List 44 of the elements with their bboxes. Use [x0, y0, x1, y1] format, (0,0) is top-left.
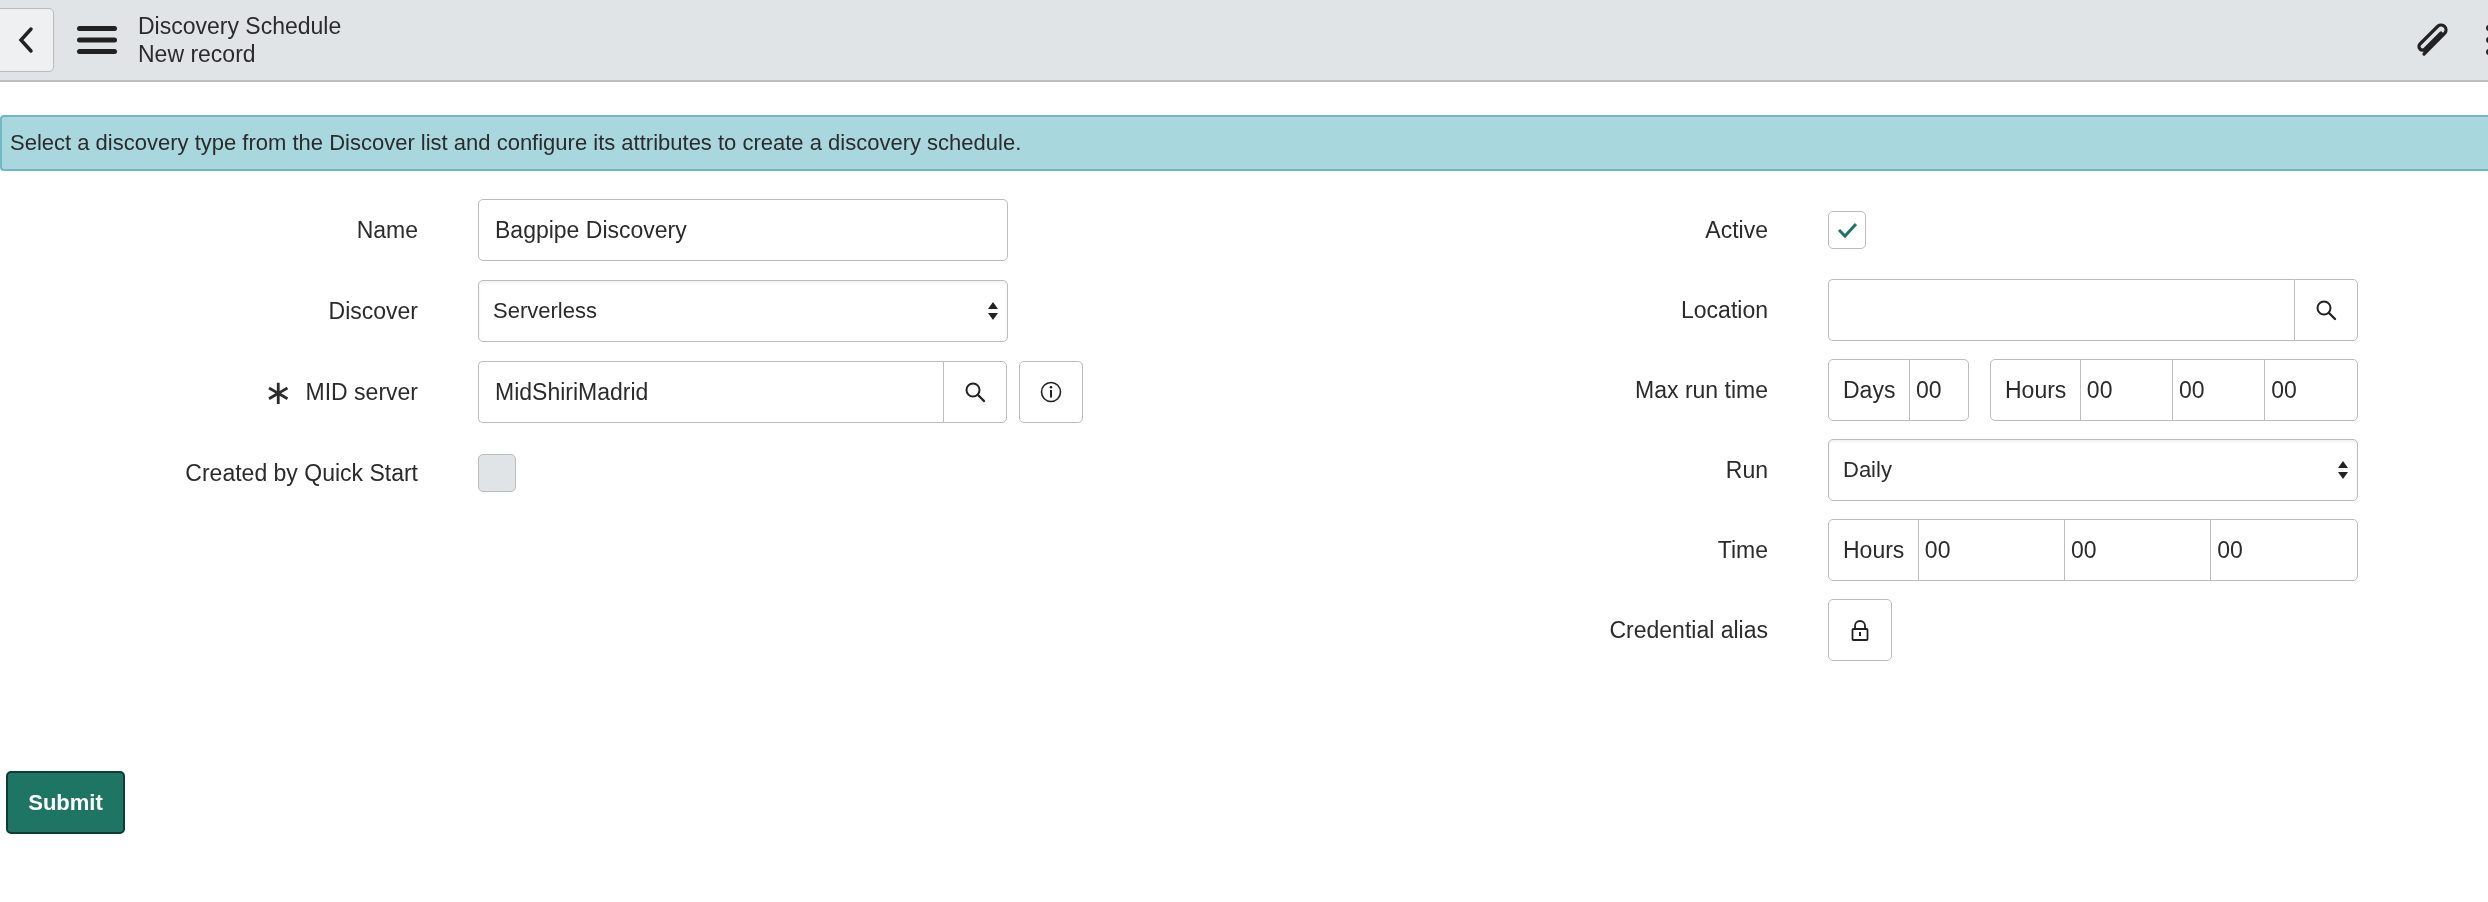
time-part-field[interactable]: 00: [2079, 359, 2174, 421]
record-title: Discovery Schedule: [138, 12, 342, 40]
info-message: Select a discovery type from the Discover list and configure its attributes to create a discovery schedule.: [0, 115, 2488, 171]
field-label: Discover: [328, 297, 418, 325]
time-part-field[interactable]: 00: [2064, 519, 2212, 581]
hours-label: Hours: [1828, 519, 1920, 581]
info-icon: [1040, 381, 1063, 403]
menu-icon[interactable]: [76, 24, 118, 56]
field-label: MID server: [305, 378, 418, 406]
padlock-icon: [1849, 619, 1871, 641]
sort-arrows-icon: [987, 301, 999, 321]
dropdown-select[interactable]: Serverless: [478, 280, 1008, 342]
chevron-left-icon: [17, 26, 35, 54]
time-part-field[interactable]: 00: [2210, 519, 2358, 581]
required-mark: ∗: [263, 381, 292, 403]
sort-arrows-icon: [2337, 460, 2349, 480]
text-field[interactable]: Bagpipe Discovery: [478, 199, 1008, 261]
field-label: Name: [356, 216, 418, 244]
field-label: Credential alias: [1609, 616, 1768, 644]
reference-field[interactable]: MidShiriMadrid: [478, 361, 944, 423]
time-part-field[interactable]: 00: [1917, 519, 2066, 581]
days-label: Days: [1828, 359, 1911, 421]
field-label: Created by Quick Start: [185, 459, 418, 487]
field-label: Max run time: [1635, 376, 1768, 404]
search-icon: [2315, 299, 2337, 321]
search-icon: [964, 381, 987, 403]
days-field[interactable]: 00: [1908, 359, 1969, 421]
submit-button[interactable]: Submit: [6, 771, 125, 834]
field-label: Time: [1717, 536, 1768, 564]
record-subtitle: New record: [138, 40, 257, 68]
time-part-field[interactable]: 00: [2264, 359, 2358, 421]
checkbox[interactable]: [1828, 211, 1866, 249]
info-button[interactable]: [1019, 361, 1083, 423]
back-button[interactable]: [0, 8, 54, 72]
field-label: Active: [1705, 216, 1768, 244]
field-label: Location: [1681, 296, 1768, 324]
field-label: Run: [1725, 456, 1768, 484]
search-button[interactable]: [2294, 279, 2358, 341]
lock-button[interactable]: [1828, 599, 1892, 661]
hours-label: Hours: [1990, 359, 2082, 421]
reference-field[interactable]: [1828, 279, 2294, 341]
dropdown-select[interactable]: Daily: [1828, 439, 2358, 501]
search-button[interactable]: [943, 361, 1008, 423]
time-part-field[interactable]: 00: [2172, 359, 2266, 421]
